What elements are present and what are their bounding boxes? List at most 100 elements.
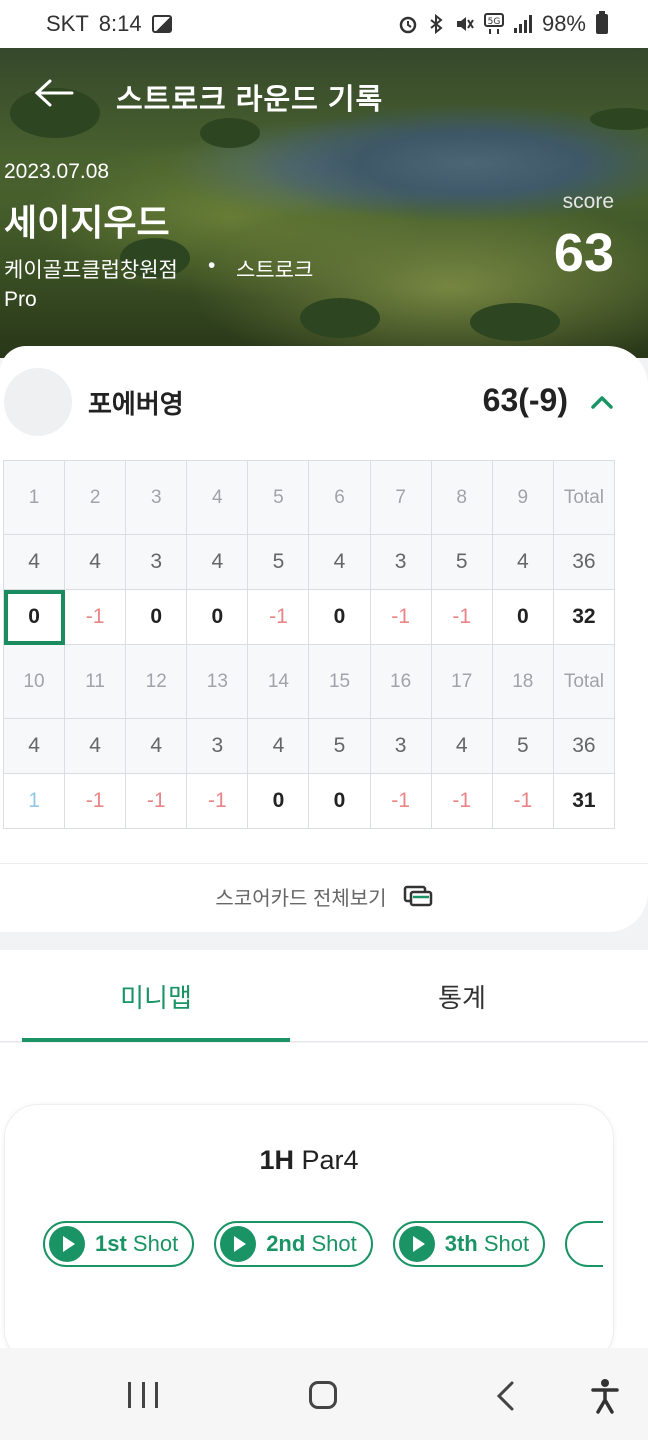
alarm-icon: [399, 16, 417, 34]
total-header: Total: [552, 644, 616, 719]
scorecard-table: 1 2 3 4 5 6 7 8 9 Total 4 4 3 4 5 4 3 5 …: [2, 460, 616, 829]
score-cell[interactable]: -1: [64, 589, 127, 645]
front-holes-row: 1 2 3 4 5 6 7 8 9 Total: [2, 460, 616, 535]
player-name: 포에버영: [88, 389, 184, 419]
score-cell[interactable]: 0: [308, 589, 371, 645]
hole-number: 16: [369, 644, 432, 719]
battery-percent: 98%: [541, 11, 586, 36]
scorecard-card: 포에버영 63(-9) 1 2 3 4 5 6 7 8 9 Total 4 4 …: [0, 346, 648, 932]
hole-number: 1: [2, 460, 66, 535]
par-cell: 4: [247, 718, 310, 774]
svg-text:5G: 5G: [488, 17, 501, 27]
par-cell: 3: [369, 534, 432, 590]
front-par-row: 4 4 3 4 5 4 3 5 4 36: [2, 534, 616, 590]
hole-number: 5: [247, 460, 310, 535]
shot-button-partial[interactable]: [565, 1221, 603, 1267]
play-icon: [220, 1226, 257, 1262]
round-date: 2023.07.08: [4, 160, 110, 183]
view-full-scorecard-button[interactable]: 스코어카드 전체보기: [0, 866, 648, 926]
signal-icon: [513, 15, 532, 33]
shot-number: 3th: [444, 1231, 478, 1256]
active-tab-indicator: [22, 1038, 290, 1042]
back-par-row: 4 4 4 3 4 5 3 4 5 36: [2, 718, 616, 774]
par-cell: 4: [64, 718, 127, 774]
course-name: 세이지우드: [4, 202, 170, 243]
hole-number: 3: [125, 460, 188, 535]
hole-number: 18: [491, 644, 554, 719]
score-label: score: [562, 190, 614, 213]
score-cell[interactable]: 0: [491, 589, 554, 645]
accessibility-icon[interactable]: [590, 1378, 620, 1414]
player-total-score: 63(-9): [482, 382, 568, 418]
par-cell: 4: [430, 718, 493, 774]
chevron-up-icon[interactable]: [590, 394, 614, 410]
shot-number: 2nd: [266, 1231, 306, 1256]
hole-number: 15: [308, 644, 371, 719]
recent-apps-icon[interactable]: [128, 1382, 158, 1408]
hole-number: 4: [186, 460, 249, 535]
par-cell: 5: [491, 718, 554, 774]
game-mode: 스트로크: [236, 259, 314, 282]
score-cell[interactable]: -1: [430, 773, 493, 829]
score-total: 32: [552, 589, 616, 645]
battery-icon: [596, 11, 608, 34]
score-cell[interactable]: -1: [491, 773, 554, 829]
hole-number: 6: [308, 460, 371, 535]
status-bar: SKT 8:14 5G 98%: [0, 0, 648, 48]
total-header: Total: [552, 460, 616, 535]
bluetooth-icon: [430, 14, 443, 34]
score-cell[interactable]: -1: [125, 773, 188, 829]
score-cell[interactable]: 0: [308, 773, 371, 829]
par-cell: 3: [186, 718, 249, 774]
score-cell[interactable]: -1: [247, 589, 310, 645]
par-cell: 4: [2, 534, 66, 590]
tab-bar: 미니맵 통계: [0, 950, 648, 1042]
hole-number: 17: [430, 644, 493, 719]
par-cell: 4: [491, 534, 554, 590]
arrow-left-icon[interactable]: [34, 78, 74, 108]
shot-button[interactable]: 2nd Shot: [214, 1221, 373, 1267]
back-score-row: 1 -1 -1 -1 0 0 -1 -1 -1 31: [2, 773, 616, 829]
score-cell[interactable]: 0: [247, 773, 310, 829]
front-score-row: 0 -1 0 0 -1 0 -1 -1 0 32: [2, 589, 616, 645]
shot-button[interactable]: 1st Shot: [43, 1221, 195, 1267]
hole-par-label: Par4: [301, 1145, 359, 1175]
score-cell[interactable]: -1: [430, 589, 493, 645]
shot-label: Shot: [311, 1231, 357, 1256]
back-nav-icon[interactable]: [494, 1380, 516, 1412]
score-cell[interactable]: -1: [369, 773, 432, 829]
hole-number: 13: [186, 644, 249, 719]
clock: 8:14: [98, 11, 142, 36]
hole-number-label: 1H: [259, 1145, 294, 1175]
page-title: 스트로크 라운드 기록: [116, 84, 384, 116]
score-total: 31: [552, 773, 616, 829]
hole-number: 9: [491, 460, 554, 535]
view-full-scorecard-label: 스코어카드 전체보기: [215, 887, 387, 910]
hole-number: 7: [369, 460, 432, 535]
par-cell: 5: [430, 534, 493, 590]
par-cell: 4: [64, 534, 127, 590]
system-nav-bar: [0, 1348, 648, 1440]
tab-minimap[interactable]: 미니맵: [22, 950, 290, 1042]
score-cell[interactable]: 1: [2, 773, 66, 829]
tab-stats[interactable]: 통계: [328, 950, 596, 1042]
course-hero: 스트로크 라운드 기록 2023.07.08 세이지우드 케이골프클럽창원점 •…: [0, 48, 648, 358]
score-cell[interactable]: 0: [125, 589, 188, 645]
score-cell[interactable]: -1: [369, 589, 432, 645]
play-icon: [398, 1226, 435, 1262]
par-cell: 4: [125, 718, 188, 774]
score-cell[interactable]: -1: [186, 773, 249, 829]
mute-icon: [456, 17, 474, 31]
score-cell-selected[interactable]: 0: [2, 589, 66, 645]
par-cell: 5: [247, 534, 310, 590]
par-cell: 4: [2, 718, 66, 774]
avatar: [4, 368, 72, 436]
network-5g-icon: 5G: [483, 13, 504, 34]
play-icon: [49, 1226, 85, 1262]
home-icon[interactable]: [309, 1381, 337, 1409]
score-cell[interactable]: 0: [186, 589, 249, 645]
hole-number: 2: [64, 460, 127, 535]
image-notification-icon: [151, 15, 172, 33]
shot-button[interactable]: 3th Shot: [392, 1221, 546, 1267]
score-cell[interactable]: -1: [64, 773, 127, 829]
